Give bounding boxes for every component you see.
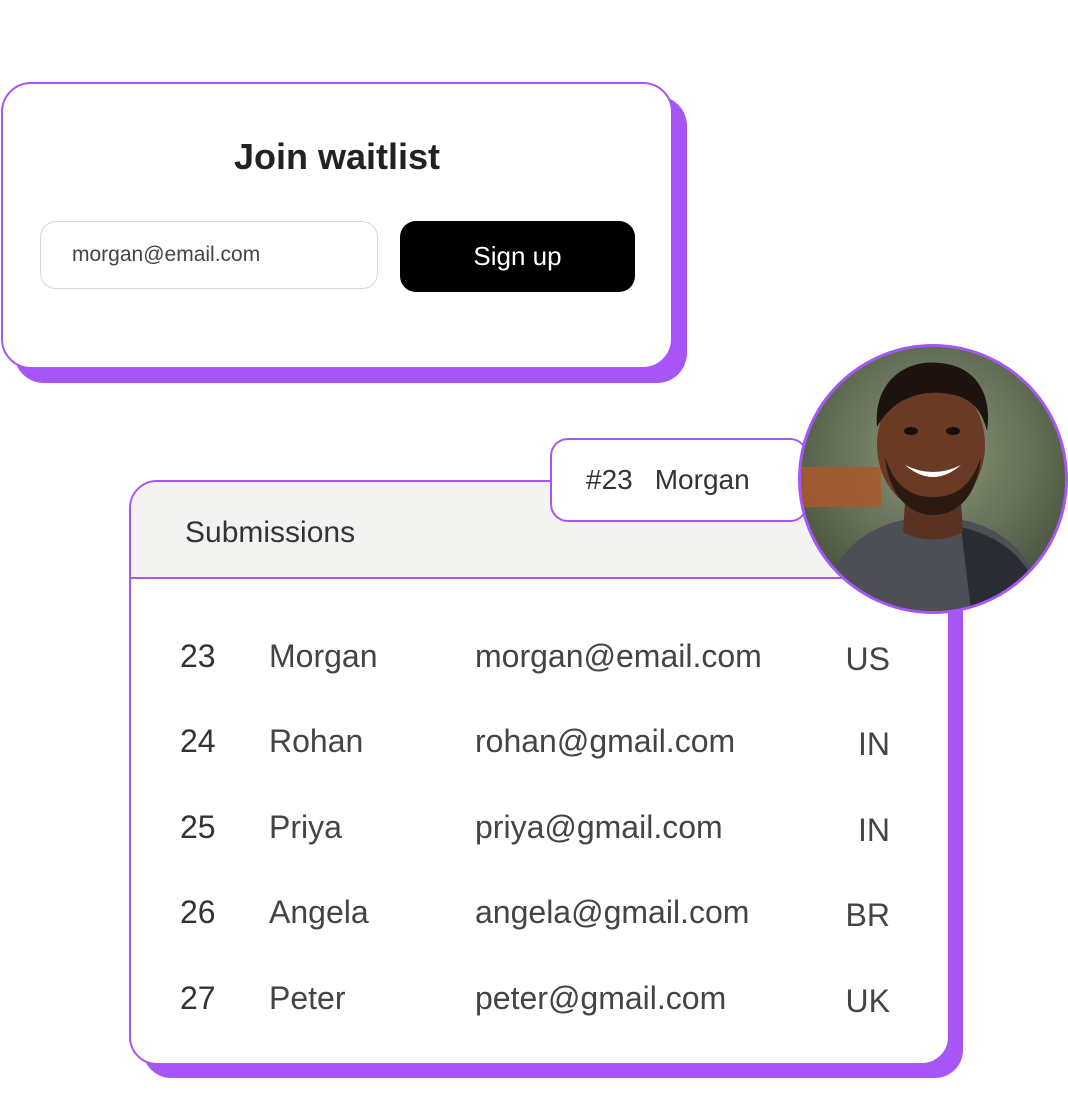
row-country: BR: [845, 897, 890, 933]
sign-up-button[interactable]: Sign up: [400, 221, 635, 292]
table-row[interactable]: 26 Angela angela@gmail.com BR: [131, 894, 948, 954]
row-number: 25: [180, 809, 216, 845]
row-name: Priya: [269, 809, 342, 845]
row-number: 26: [180, 894, 216, 930]
row-country: IN: [858, 812, 890, 848]
row-name: Peter: [269, 980, 346, 1016]
table-row[interactable]: 23 Morgan morgan@email.com US: [131, 638, 948, 698]
row-email: morgan@email.com: [475, 638, 762, 674]
tag-number: #23: [586, 464, 633, 495]
user-photo-avatar-icon: [801, 347, 1065, 611]
waitlist-title: Join waitlist: [233, 136, 441, 177]
tag-name: Morgan: [654, 464, 750, 495]
table-row[interactable]: 25 Priya priya@gmail.com IN: [131, 809, 948, 869]
table-row[interactable]: 27 Peter peter@gmail.com UK: [131, 980, 948, 1040]
row-email: priya@gmail.com: [475, 809, 723, 845]
avatar: [798, 344, 1068, 614]
highlight-tag: #23 Morgan: [550, 438, 808, 522]
row-number: 27: [180, 980, 216, 1016]
table-row[interactable]: 24 Rohan rohan@gmail.com IN: [131, 723, 948, 783]
row-country: US: [845, 641, 890, 677]
waitlist-card: Join waitlist Sign up: [1, 82, 673, 369]
submissions-title: Submissions: [185, 516, 356, 549]
row-name: Morgan: [269, 638, 378, 674]
row-name: Angela: [269, 894, 369, 930]
row-country: IN: [858, 726, 890, 762]
row-country: UK: [845, 983, 890, 1019]
row-email: rohan@gmail.com: [475, 723, 736, 759]
row-number: 24: [180, 723, 216, 759]
submissions-card: Submissions 23 Morgan morgan@email.com U…: [129, 480, 950, 1065]
row-email: angela@gmail.com: [475, 894, 750, 930]
row-email: peter@gmail.com: [475, 980, 727, 1016]
row-name: Rohan: [269, 723, 364, 759]
row-number: 23: [180, 638, 216, 674]
email-input[interactable]: [40, 221, 378, 289]
